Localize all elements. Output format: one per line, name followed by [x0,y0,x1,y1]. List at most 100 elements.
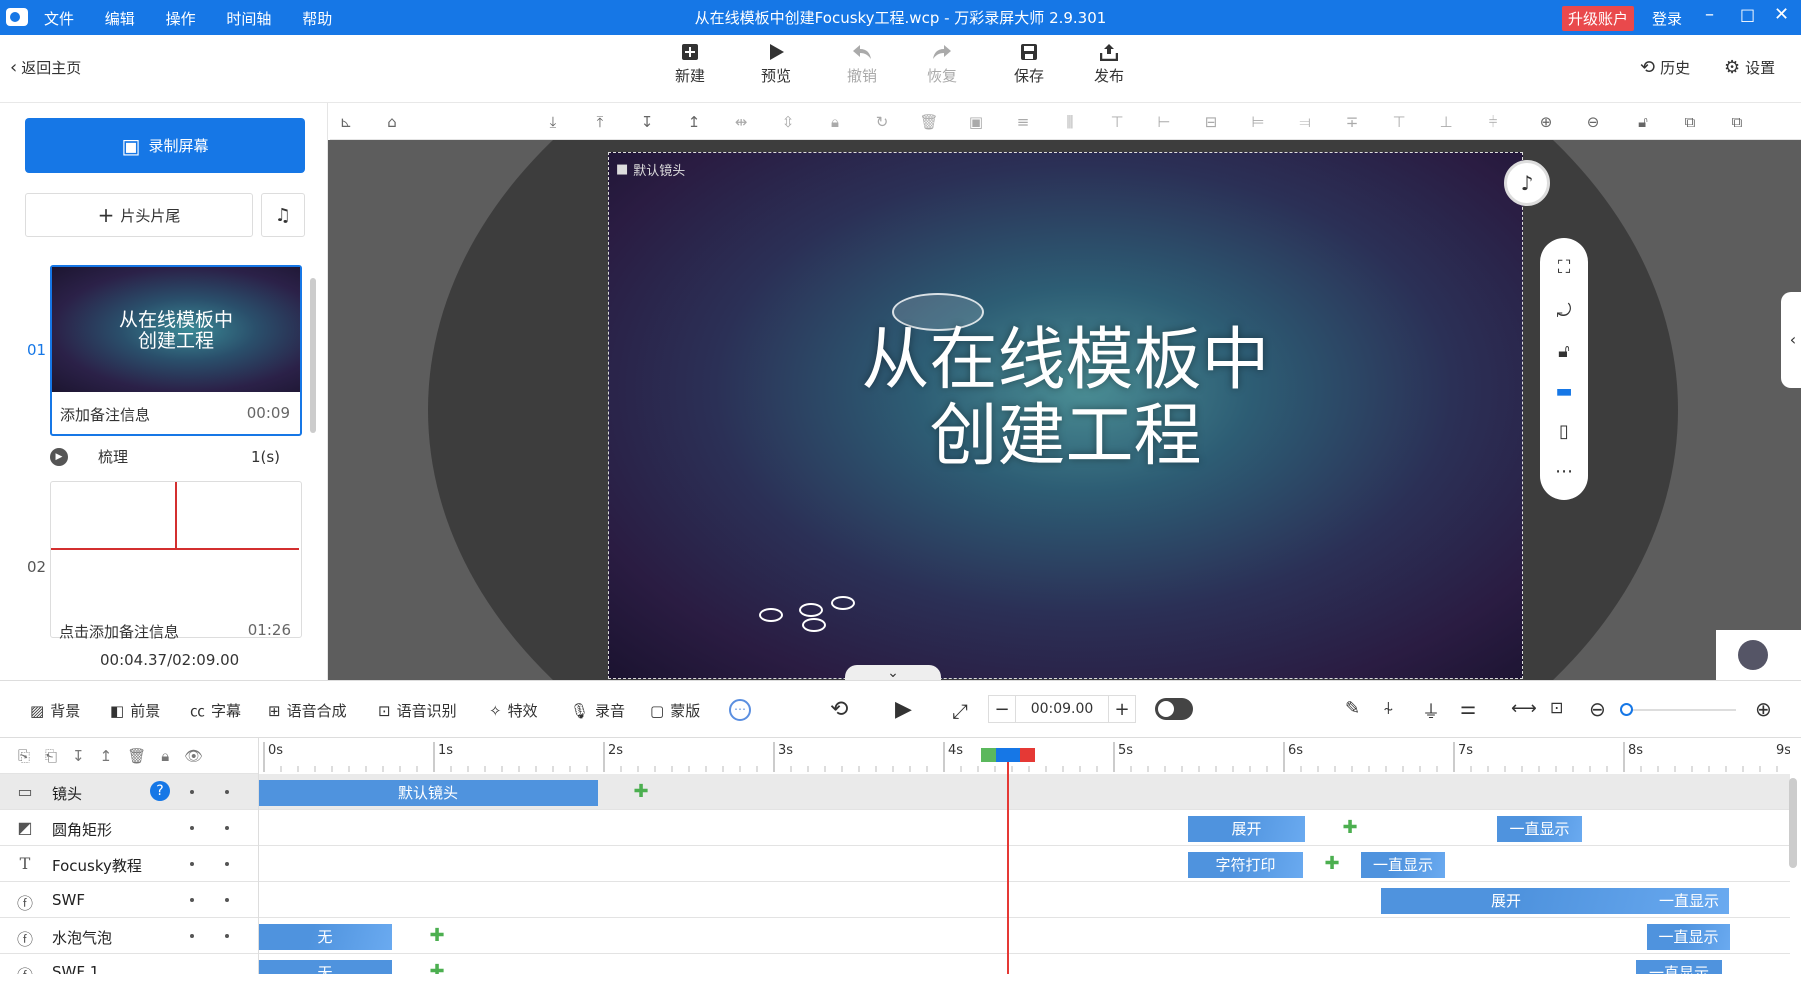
music-button[interactable]: ♫ [261,193,305,237]
bubble[interactable] [831,596,855,610]
publish-button[interactable]: 发布 [1079,43,1139,86]
align-vcenter-icon[interactable]: ⫼ [1060,112,1080,132]
minimap[interactable] [1716,630,1801,680]
desktop-view-icon[interactable]: ▬ [1546,374,1582,410]
playhead[interactable] [980,748,1035,974]
duration-value[interactable]: 00:09.00 [1015,696,1109,722]
minimize-icon[interactable]: – [1705,4,1714,25]
subtitle-button[interactable]: ㏄字幕 [190,700,241,721]
foreground-button[interactable]: ◧ 前景 [110,700,160,721]
delete-icon[interactable]: 🗑︎ [919,112,939,132]
paste-icon[interactable]: ⧉ [1727,112,1747,132]
back-home-button[interactable]: ‹ 返回主页 [10,57,81,78]
record-screen-button[interactable]: ▣ 录制屏幕 [25,118,305,173]
transition-play-icon[interactable]: ▶ [50,447,68,466]
move-up-icon[interactable]: ↥ [100,747,113,765]
zoom-in-timeline-icon[interactable]: ⊕ [1755,697,1772,721]
scene-card-2[interactable]: 点击添加备注信息 01:26 [50,481,302,641]
copy-icon[interactable]: ⧉ [1680,112,1700,132]
play-button[interactable]: ▶ [895,697,912,722]
help-icon[interactable]: ? [150,781,170,801]
more-icon[interactable]: ⋯ [1546,454,1582,490]
clip-always-show[interactable]: 一直显示 [1636,960,1722,974]
bubble[interactable] [799,603,823,617]
track-water-bubble[interactable]: ⓕ 水泡气泡 无 ✚ 一直显示 [0,918,1790,954]
record-audio-button[interactable]: 🎙︎ 录音 [570,700,625,721]
rotate-view-icon[interactable]: ⤾ [1546,294,1582,330]
menu-operate[interactable]: 操作 [166,10,196,28]
minus-icon[interactable]: − [989,699,1015,720]
zoom-out-icon[interactable]: ⊖ [1583,112,1603,132]
settings-button[interactable]: ⚙ 设置 [1724,57,1775,78]
middle-align-icon[interactable]: ⫩ [1483,112,1503,132]
fit-width-icon[interactable]: ⟷ [1511,698,1537,719]
scene-frame[interactable]: ■ 默认镜头 从在线模板中 创建工程 [608,152,1523,679]
transition-row[interactable]: ▶ 梳理 1(s) [50,446,280,467]
effect-button[interactable]: ✧ 特效 [489,700,538,721]
top-align-icon[interactable]: ⊤ [1389,112,1409,132]
bottom-align-icon[interactable]: ⊥ [1436,112,1456,132]
add-folder-icon[interactable]: ⎘ [18,747,30,765]
history-button[interactable]: ⟲ 历史 [1640,57,1690,78]
menu-help[interactable]: 帮助 [302,10,332,28]
align-top-icon[interactable]: ⊤ [1107,112,1127,132]
add-keyframe-icon[interactable]: ✚ [427,926,447,946]
filter-icon[interactable]: ⏚ [1422,698,1440,724]
center-h-icon[interactable]: ∓ [1342,112,1362,132]
preview-button[interactable]: 预览 [746,43,806,86]
track-camera[interactable]: ▭ 镜头 ? 默认镜头 ✚ [0,774,1790,810]
group-icon[interactable]: ▣ [966,112,986,132]
layer-down-icon[interactable]: ↧ [637,112,657,132]
add-keyframe-icon[interactable]: ✚ [1322,854,1342,874]
undo-button[interactable]: 撤销 [832,43,892,86]
unlock-canvas-icon[interactable]: 🔓︎ [1546,334,1582,370]
expand-right-panel-button[interactable]: ‹ [1781,292,1801,388]
clip-default-camera[interactable]: 默认镜头 [258,780,598,806]
ruler-icon[interactable]: ⊾ [336,112,356,132]
mask-button[interactable]: ▢ 蒙版 [650,700,700,721]
layer-up-icon[interactable]: ↥ [684,112,704,132]
track-swf-1[interactable]: ⓕ SWF 1 无 ✚ 一直显示 [0,954,1790,974]
clip-none[interactable]: 无 [258,960,392,974]
close-icon[interactable]: ✕ [1774,4,1789,25]
add-keyframe-icon[interactable]: ✚ [1340,818,1360,838]
clip-typewriter[interactable]: 字符打印 [1188,852,1303,878]
bubble[interactable] [802,618,826,632]
clip-always-show[interactable]: 一直显示 [1647,924,1730,950]
canvas-area[interactable]: ■ 默认镜头 从在线模板中 创建工程 ⌄ ♪ ⛶ ⤾ 🔓︎ ▬ ▯ ⋯ ‹ [328,140,1801,680]
zoom-out-timeline-icon[interactable]: ⊖ [1589,697,1606,721]
redo-button[interactable]: 恢复 [912,43,972,86]
zoom-slider[interactable] [1620,703,1736,716]
asr-button[interactable]: ⊡ 语音识别 [378,700,457,721]
distribute-h-icon[interactable]: ⊟ [1201,112,1221,132]
background-music-button[interactable]: ♪ [1504,160,1550,206]
mobile-view-icon[interactable]: ▯ [1546,414,1582,450]
save-button[interactable]: 保存 [999,43,1059,86]
scene-note-2[interactable]: 点击添加备注信息 [59,621,179,642]
login-button[interactable]: 登录 [1652,8,1682,29]
bubble[interactable] [759,608,783,622]
maximize-icon[interactable]: □ [1740,5,1755,24]
scene-scrollbar[interactable] [310,278,316,433]
fit-screen-icon[interactable]: ⛶ [1546,250,1582,286]
align-right-icon[interactable]: ⫤ [1295,112,1315,132]
replay-icon[interactable]: ⟲ [830,697,848,722]
layer-top-icon[interactable]: ⤒ [590,112,610,132]
lock-track-icon[interactable]: 🔒︎ [161,747,169,765]
track-swf[interactable]: ⓕ SWF 展开 一直显示 [0,882,1790,918]
tts-button[interactable]: ⊞ 语音合成 [268,700,347,721]
clip-none[interactable]: 无 [258,924,392,950]
more-tools-icon[interactable]: ⋯ [729,699,751,721]
duration-stepper[interactable]: − 00:09.00 + [988,695,1136,723]
track-focusky-text[interactable]: T Focusky教程 字符打印 ✚ 一直显示 [0,846,1790,882]
align-left-icon[interactable]: ⊢ [1154,112,1174,132]
add-keyframe-icon[interactable]: ✚ [631,782,651,802]
flip-v-icon[interactable]: ⇳ [778,112,798,132]
adjust-icon[interactable]: ⚌ [1460,698,1476,719]
clip-expand[interactable]: 展开 [1188,816,1305,842]
upgrade-button[interactable]: 升级账户 [1562,6,1635,31]
add-keyframe-icon[interactable]: ✚ [427,962,447,975]
clip-always-show[interactable]: 一直显示 [1361,852,1445,878]
align-left2-icon[interactable]: ⊨ [1248,112,1268,132]
scene-card-1[interactable]: 从在线模板中 创建工程 添加备注信息 00:09 [50,265,302,436]
